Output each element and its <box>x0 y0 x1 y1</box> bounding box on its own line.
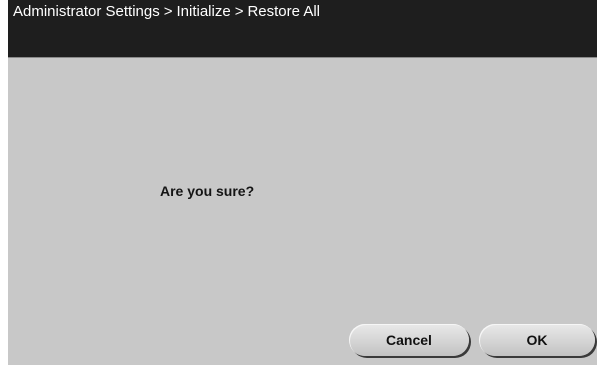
breadcrumb: Administrator Settings > Initialize > Restor… <box>13 3 320 20</box>
breadcrumb-item-administrator-settings: Administrator Settings <box>13 3 160 20</box>
cancel-button-label: Cancel <box>386 332 432 348</box>
title-bar: Administrator Settings > Initialize > Restor… <box>8 0 597 57</box>
cancel-button[interactable]: Cancel <box>349 324 469 356</box>
confirmation-message: Are you sure? <box>160 183 255 199</box>
breadcrumb-separator: > <box>163 3 173 20</box>
breadcrumb-item-initialize: Initialize <box>176 3 231 20</box>
breadcrumb-separator: > <box>234 3 244 20</box>
ok-button-label: OK <box>526 332 548 348</box>
breadcrumb-item-restore-all: Restore All <box>247 3 321 20</box>
screen: Administrator Settings > Initialize > Restor… <box>8 0 597 365</box>
confirmation-panel: Are you sure? Cancel OK <box>8 58 597 365</box>
ok-button[interactable]: OK <box>479 324 595 356</box>
